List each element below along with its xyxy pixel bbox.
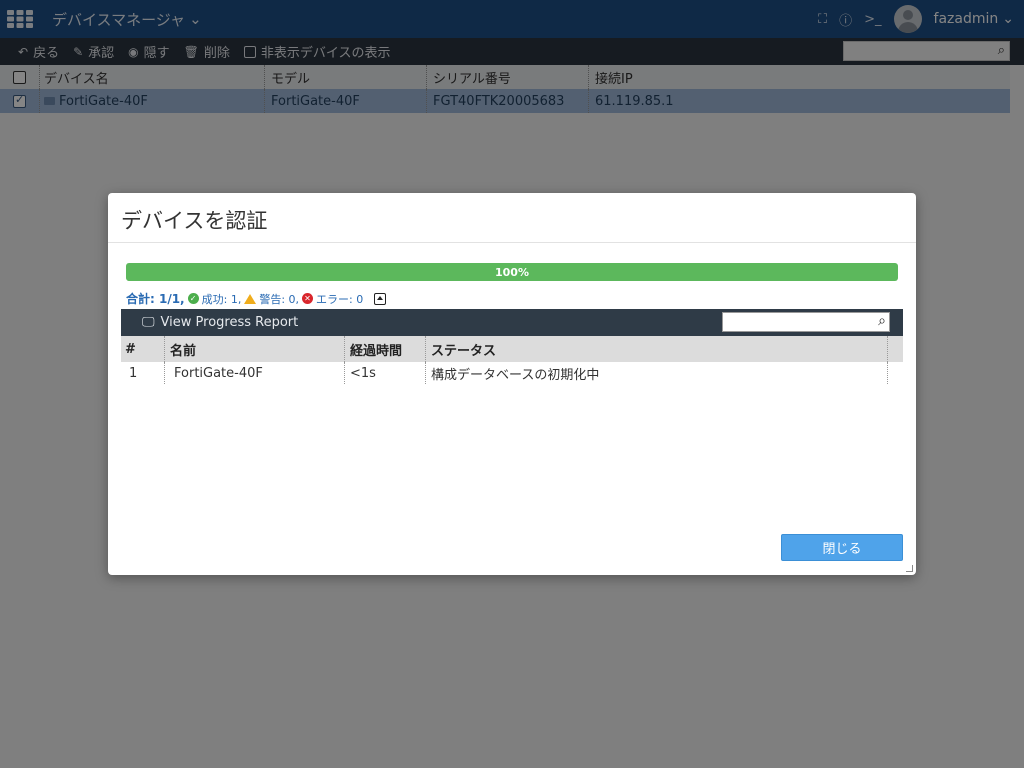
error-icon: ✕	[302, 293, 314, 304]
progress-bar: 100%	[126, 263, 898, 281]
table-row[interactable]: 1 FortiGate-40F <1s 構成データベースの初期化中	[121, 362, 903, 384]
row-name: FortiGate-40F	[165, 362, 345, 384]
authorize-device-dialog: デバイスを認証 100% 合計: 1/1, ✓ 成功: 1, 警告: 0, ✕ …	[108, 193, 916, 575]
report-title[interactable]: View Progress Report	[161, 315, 299, 330]
column-elapsed[interactable]: 経過時間	[345, 336, 426, 362]
column-status[interactable]: ステータス	[426, 336, 888, 362]
report-table-header: # 名前 経過時間 ステータス	[121, 336, 903, 362]
search-icon: ⌕	[878, 313, 886, 329]
success-icon: ✓	[187, 293, 199, 304]
summary-total: 合計: 1/1,	[126, 292, 185, 306]
resize-handle-icon[interactable]	[906, 565, 913, 572]
summary-success: 成功: 1,	[201, 292, 242, 306]
monitor-icon: 🖵	[142, 315, 155, 330]
summary-warning: 警告: 0,	[259, 292, 300, 306]
row-status: 構成データベースの初期化中	[426, 362, 888, 384]
report-search-input[interactable]: ⌕	[722, 312, 890, 332]
progress-label: 100%	[495, 265, 529, 279]
progress-report-bar: 🖵 View Progress Report ⌕	[121, 309, 903, 336]
warning-icon	[244, 293, 257, 304]
row-number: 1	[121, 362, 165, 384]
column-name[interactable]: 名前	[165, 336, 345, 362]
dialog-title: デバイスを認証	[108, 193, 916, 243]
progress-summary: 合計: 1/1, ✓ 成功: 1, 警告: 0, ✕ エラー: 0	[126, 290, 387, 307]
summary-error: エラー: 0	[316, 292, 364, 306]
collapse-icon[interactable]	[374, 292, 387, 305]
close-button[interactable]: 閉じる	[781, 534, 903, 561]
progress-report-table: # 名前 経過時間 ステータス 1 FortiGate-40F <1s 構成デー…	[121, 336, 903, 384]
column-number[interactable]: #	[121, 336, 165, 362]
row-elapsed: <1s	[345, 362, 426, 384]
